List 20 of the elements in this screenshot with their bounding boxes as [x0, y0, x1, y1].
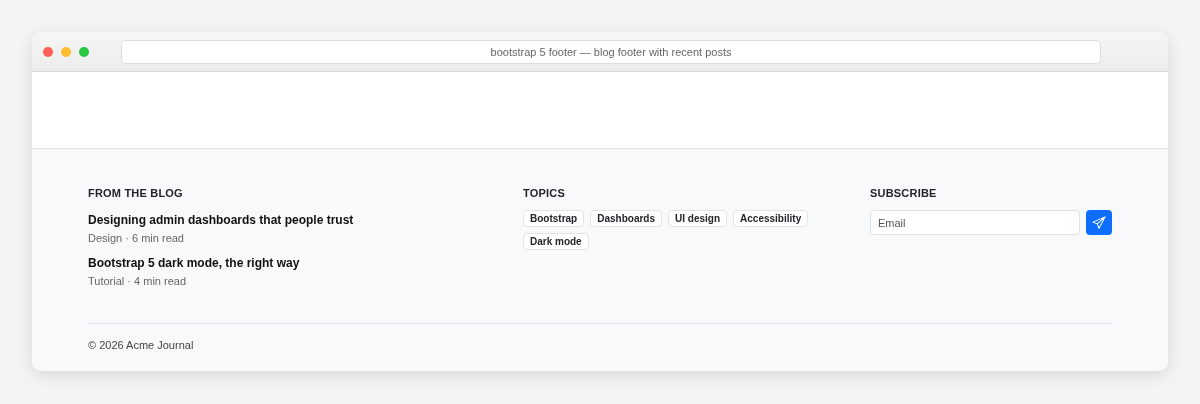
section-heading: SUBSCRIBE: [870, 187, 938, 199]
section-heading: TOPICS: [523, 187, 566, 199]
post-meta: Design · 6 min read: [88, 232, 185, 244]
address-bar[interactable]: bootstrap 5 footer — blog footer with recent posts: [121, 39, 1101, 64]
copyright-text: © 2026 Acme Journal: [88, 339, 195, 351]
post-link[interactable]: Bootstrap 5 dark mode, the right way: [88, 256, 300, 270]
minimize-dot[interactable]: [61, 46, 71, 57]
maximize-dot[interactable]: [79, 46, 89, 57]
post-meta: Tutorial · 4 min read: [88, 275, 188, 287]
send-icon: [1092, 215, 1106, 230]
topic-tag[interactable]: Dashboards: [590, 210, 663, 227]
email-field[interactable]: Email: [870, 210, 1080, 235]
topic-tag[interactable]: UI design: [668, 210, 728, 227]
topic-tag[interactable]: Bootstrap: [523, 210, 585, 227]
topic-tag[interactable]: Dark mode: [523, 233, 589, 250]
post-link[interactable]: Designing admin dashboards that people trust: [88, 213, 354, 227]
topic-tag[interactable]: Accessibility: [733, 210, 809, 227]
send-button[interactable]: [1086, 210, 1112, 235]
close-dot[interactable]: [43, 46, 53, 57]
section-heading: FROM THE BLOG: [88, 187, 184, 199]
